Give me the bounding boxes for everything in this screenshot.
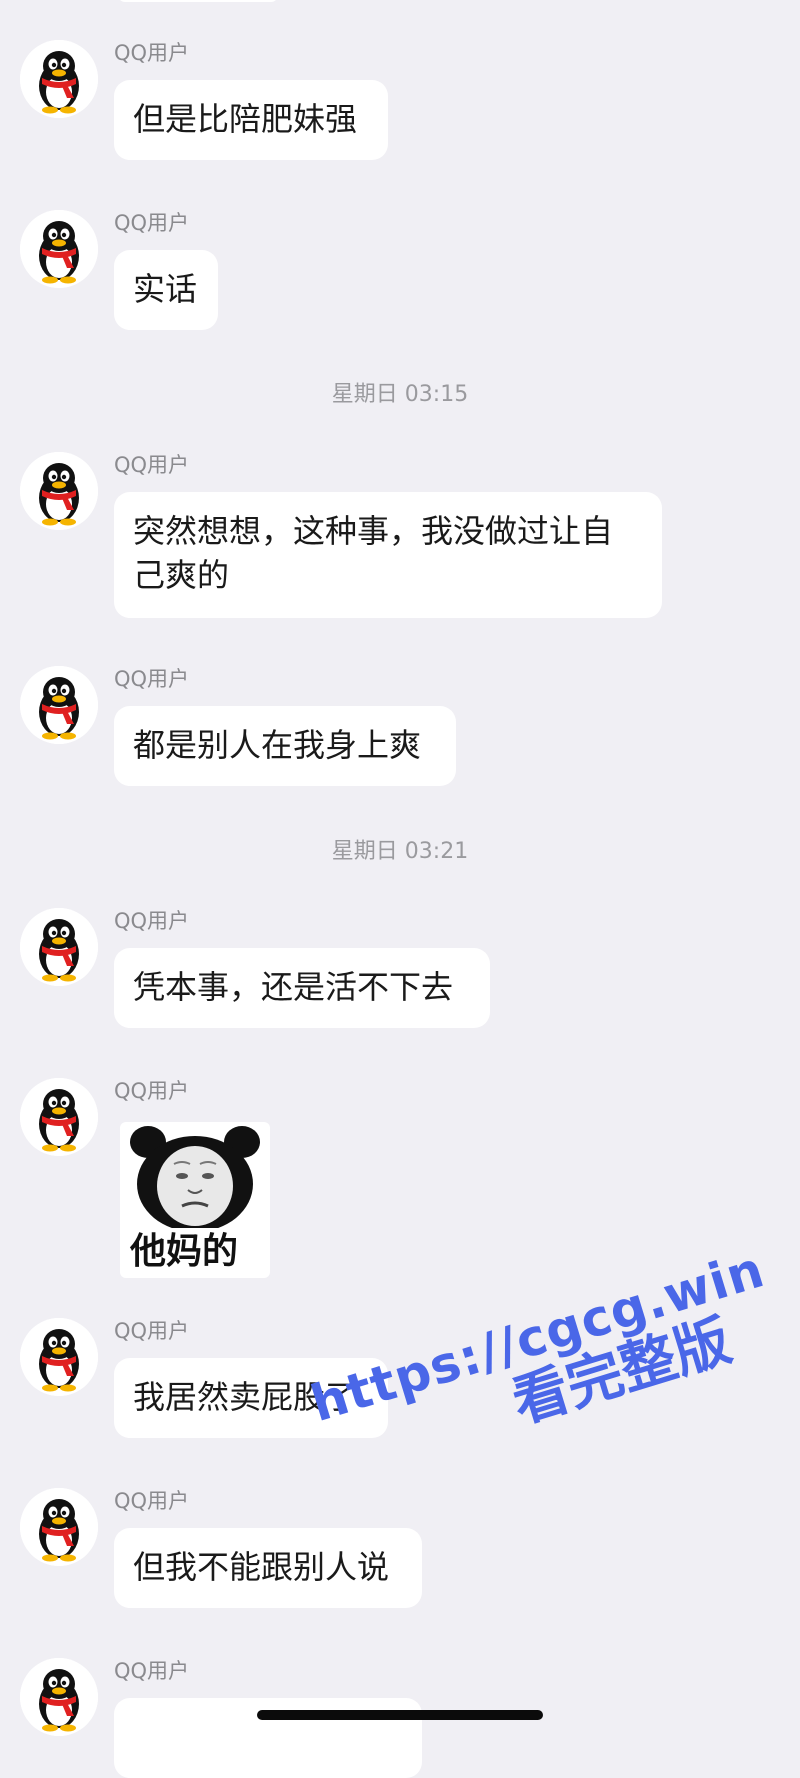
message-bubble[interactable]: 但是比陪肥妹强 xyxy=(114,80,388,160)
home-indicator[interactable] xyxy=(257,1710,543,1720)
qq-penguin-icon[interactable] xyxy=(20,452,98,530)
message-bubble[interactable]: 都是别人在我身上爽 xyxy=(114,706,456,786)
qq-penguin-icon[interactable] xyxy=(20,1078,98,1156)
timestamp: 星期日 03:21 xyxy=(331,839,469,864)
message-bubble[interactable]: 我居然卖屁股了 xyxy=(114,1358,388,1438)
message-bubble[interactable]: 凭本事，还是活不下去 xyxy=(114,948,490,1028)
sender-name: QQ用户 xyxy=(114,1079,190,1103)
timestamp: 星期日 03:15 xyxy=(331,382,469,407)
qq-penguin-icon[interactable] xyxy=(20,40,98,118)
sender-name: QQ用户 xyxy=(114,211,190,235)
message-bubble[interactable]: 实话 xyxy=(114,250,218,330)
panda-meme-sticker[interactable]: 他妈的 xyxy=(120,1122,270,1278)
qq-penguin-icon[interactable] xyxy=(20,1658,98,1736)
qq-penguin-icon[interactable] xyxy=(20,1318,98,1396)
qq-penguin-icon[interactable] xyxy=(20,908,98,986)
sender-name: QQ用户 xyxy=(114,1319,190,1343)
chat-list[interactable]: QQ用户 但是比陪肥妹强 QQ用户 实话 星期日 03:15 QQ用户 突然想想… xyxy=(0,0,800,1778)
sticker-caption: 他妈的 xyxy=(130,1231,239,1272)
sender-name: QQ用户 xyxy=(114,453,190,477)
sender-name: QQ用户 xyxy=(114,1489,190,1513)
sender-name: QQ用户 xyxy=(114,41,190,65)
sender-name: QQ用户 xyxy=(114,1659,190,1683)
sender-name: QQ用户 xyxy=(114,667,190,691)
previous-message-bubble[interactable] xyxy=(118,0,278,2)
panda-meme-icon xyxy=(126,1124,264,1228)
sender-name: QQ用户 xyxy=(114,909,190,933)
qq-penguin-icon[interactable] xyxy=(20,666,98,744)
qq-penguin-icon[interactable] xyxy=(20,210,98,288)
message-bubble[interactable]: 突然想想，这种事，我没做过让自己爽的 xyxy=(114,492,662,618)
message-bubble[interactable]: 但我不能跟别人说 xyxy=(114,1528,422,1608)
qq-penguin-icon[interactable] xyxy=(20,1488,98,1566)
